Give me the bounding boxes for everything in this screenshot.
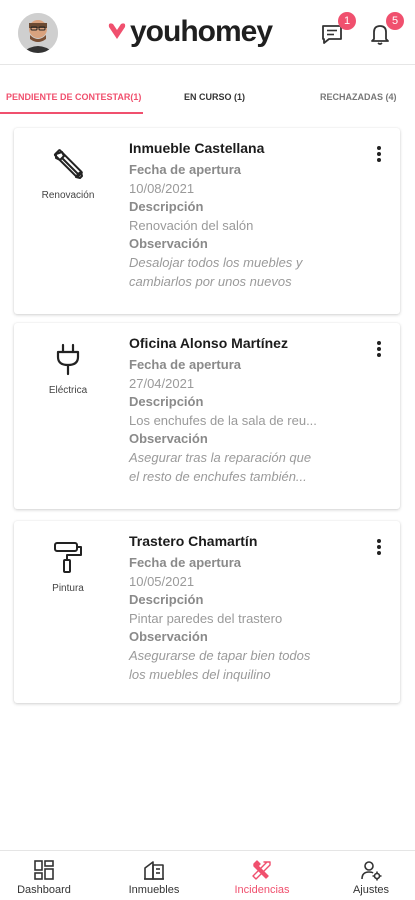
category: Pintura (14, 535, 122, 594)
descripcion-label: Descripción (129, 199, 204, 214)
app-header: youhomey 1 5 (0, 0, 415, 64)
observacion-label: Observación (129, 431, 208, 446)
tab-pendiente[interactable]: PENDIENTE DE CONTESTAR(1) (6, 92, 141, 102)
status-tabs: PENDIENTE DE CONTESTAR(1) EN CURSO (1) R… (0, 82, 415, 114)
observacion-label: Observación (129, 629, 208, 644)
fecha-value: 27/04/2021 (129, 376, 195, 391)
card-details: Trastero Chamartín Fecha de apertura 10/… (129, 533, 369, 684)
descripcion-label: Descripción (129, 394, 204, 409)
property-title: Trastero Chamartín (129, 533, 258, 549)
nav-label: Dashboard (17, 884, 71, 896)
fecha-value: 10/08/2021 (129, 181, 195, 196)
more-options-icon[interactable] (376, 146, 382, 164)
nav-label: Inmuebles (128, 884, 180, 896)
incidence-card[interactable]: Renovación Inmueble Castellana Fecha de … (14, 128, 400, 314)
fecha-label: Fecha de apertura (129, 357, 241, 372)
category-label: Renovación (41, 190, 95, 201)
category: Eléctrica (14, 337, 122, 396)
dashboard-icon (34, 860, 54, 880)
notifications-badge: 5 (386, 12, 404, 30)
plug-icon (56, 343, 80, 376)
nav-label: Incidencias (234, 884, 290, 896)
nav-ajustes[interactable]: Ajustes (329, 859, 413, 896)
nav-label: Ajustes (352, 884, 390, 896)
property-title: Oficina Alonso Martínez (129, 335, 288, 351)
user-settings-icon (361, 861, 382, 881)
observacion-line-1: Desalojar todos los muebles y (129, 255, 303, 270)
observacion-line-2: el resto de enchufes también... (129, 469, 307, 484)
tools-icon (53, 149, 83, 179)
nav-dashboard[interactable]: Dashboard (2, 859, 86, 896)
descripcion-value: Renovación del salón (129, 218, 254, 233)
paint-roller-icon (54, 542, 82, 573)
tab-en-curso[interactable]: EN CURSO (1) (184, 92, 245, 102)
brand-name: youhomey (130, 15, 273, 48)
descripcion-label: Descripción (129, 592, 204, 607)
nav-inmuebles[interactable]: Inmuebles (112, 859, 196, 896)
messages-badge: 1 (338, 12, 356, 30)
header-divider (0, 64, 415, 65)
observacion-line-1: Asegurar tras la reparación que (129, 450, 312, 465)
more-options-icon[interactable] (376, 341, 382, 359)
messages-button[interactable]: 1 (320, 12, 356, 46)
property-title: Inmueble Castellana (129, 140, 265, 156)
tab-rechazadas[interactable]: RECHAZADAS (4) (320, 92, 397, 102)
fecha-label: Fecha de apertura (129, 555, 241, 570)
active-tab-indicator (0, 112, 143, 114)
fecha-label: Fecha de apertura (129, 162, 241, 177)
category: Renovación (14, 142, 122, 201)
observacion-line-2: los muebles del inquilino (129, 667, 271, 682)
observacion-line-1: Asegurarse de tapar bien todos (129, 648, 311, 663)
category-label: Eléctrica (48, 385, 88, 396)
avatar[interactable] (18, 13, 58, 53)
category-label: Pintura (52, 583, 84, 594)
fecha-value: 10/05/2021 (129, 574, 195, 589)
more-options-icon[interactable] (376, 539, 382, 557)
incidence-card[interactable]: Eléctrica Oficina Alonso Martínez Fecha … (14, 323, 400, 509)
tools-icon (252, 860, 271, 880)
observacion-label: Observación (129, 236, 208, 251)
bottom-navigation: Dashboard Inmuebles Incidencias Ajustes (0, 850, 415, 900)
descripcion-value: Los enchufes de la sala de reu... (129, 413, 317, 428)
building-icon (144, 861, 164, 880)
incidence-card[interactable]: Pintura Trastero Chamartín Fecha de aper… (14, 521, 400, 703)
card-details: Inmueble Castellana Fecha de apertura 10… (129, 140, 369, 291)
brand-logo: youhomey (106, 14, 273, 50)
heart-logo-icon (108, 23, 126, 39)
notifications-button[interactable]: 5 (368, 12, 404, 46)
observacion-line-2: cambiarlos por unos nuevos (129, 274, 292, 289)
card-details: Oficina Alonso Martínez Fecha de apertur… (129, 335, 369, 486)
nav-incidencias[interactable]: Incidencias (220, 859, 304, 896)
descripcion-value: Pintar paredes del trastero (129, 611, 283, 626)
